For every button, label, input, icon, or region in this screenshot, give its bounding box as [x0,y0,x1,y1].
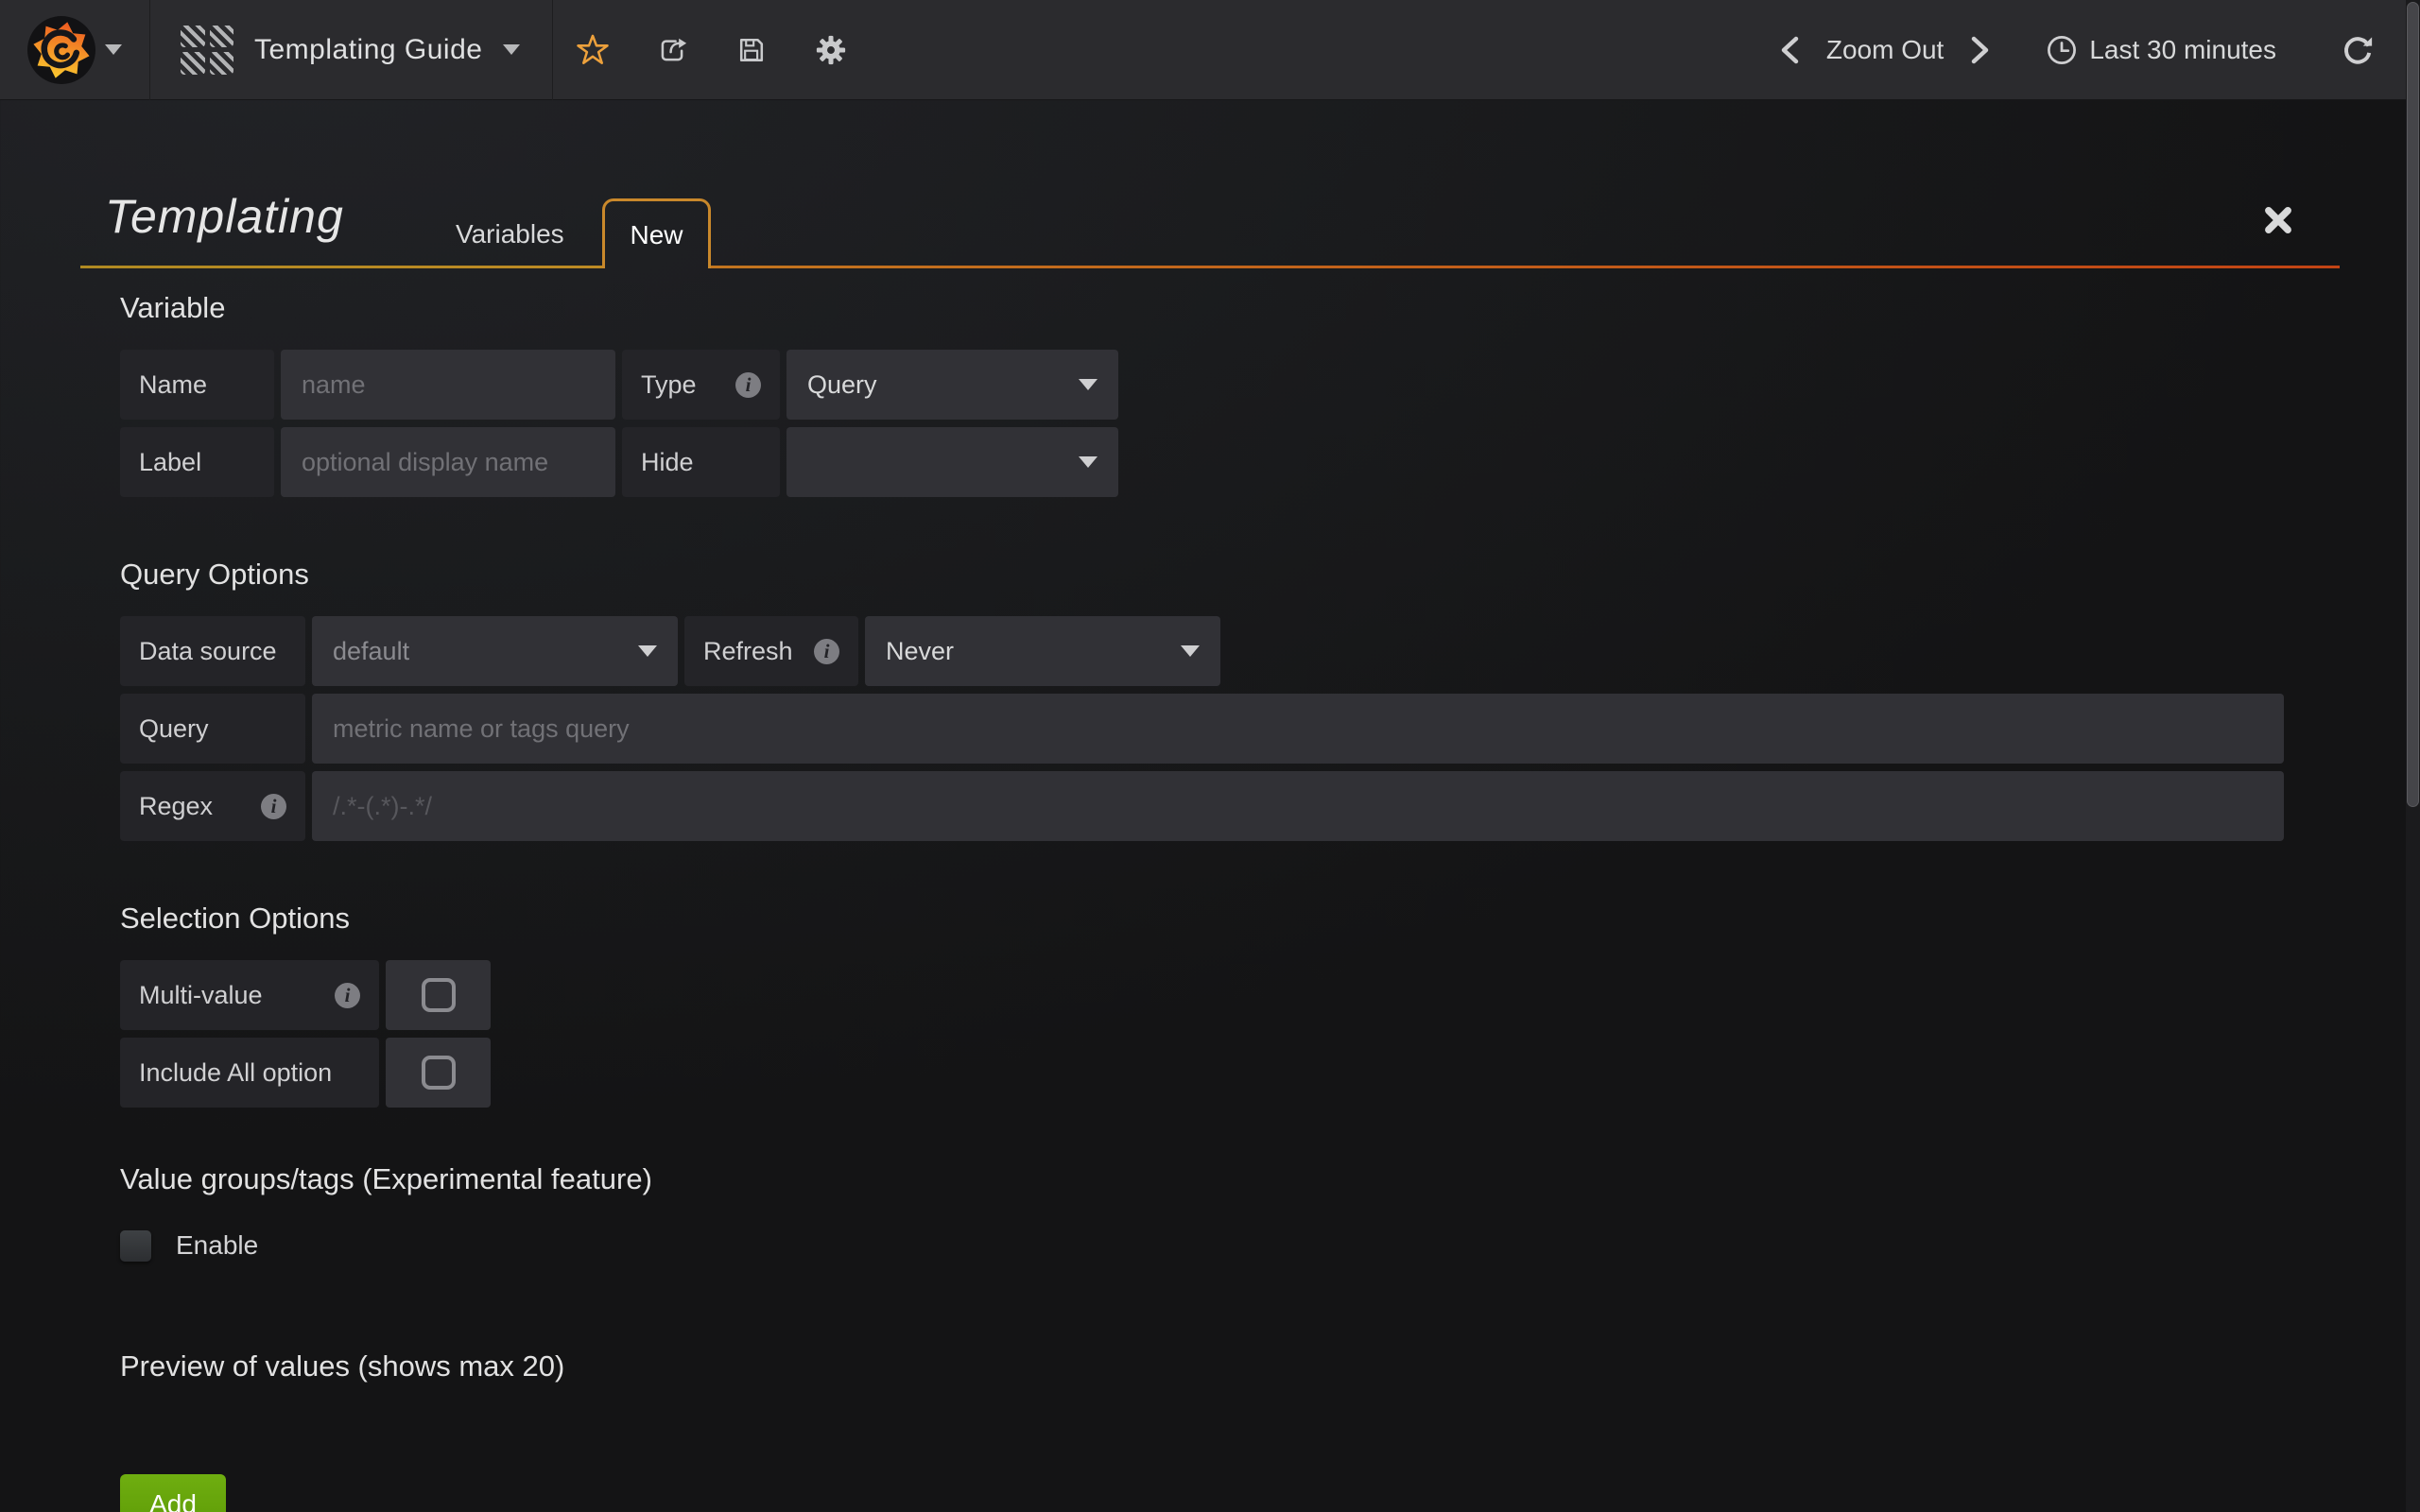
save-icon [735,33,769,67]
info-icon[interactable]: i [335,983,360,1008]
refresh-label-text: Refresh [703,637,793,666]
variable-section-heading: Variable [120,291,2340,325]
label-label: Label [120,427,274,497]
selection-options-heading: Selection Options [120,902,2340,936]
settings-button[interactable] [791,0,871,100]
type-label-text: Type [641,370,697,400]
multi-value-checkbox[interactable] [386,960,491,1030]
name-label: Name [120,350,274,420]
hide-label: Hide [622,427,780,497]
preview-heading: Preview of values (shows max 20) [120,1349,2340,1383]
dashboard-title-dropdown[interactable]: Templating Guide [150,0,552,100]
chevron-left-icon[interactable] [1777,34,1802,66]
hide-label-text: Hide [641,448,694,477]
name-input[interactable] [281,350,615,420]
datasource-label: Data source [120,616,305,686]
grafana-menu-button[interactable] [0,0,149,100]
multi-value-row: Multi-value i [120,960,2340,1030]
top-navbar: Templating Guide [0,0,2420,100]
share-button[interactable] [632,0,712,100]
refresh-select[interactable]: Never [865,616,1220,686]
caret-down-icon [1079,379,1098,390]
include-all-label: Include All option [120,1038,379,1108]
hide-select[interactable] [786,427,1118,497]
regex-label: Regex i [120,771,305,841]
caret-down-icon [1181,645,1200,657]
caret-down-icon [638,645,657,657]
chevron-right-icon[interactable] [1968,34,1993,66]
label-input[interactable] [281,427,615,497]
enable-label: Enable [176,1230,258,1261]
save-button[interactable] [712,0,791,100]
time-range-picker[interactable]: Last 30 minutes [2046,34,2276,66]
include-all-row: Include All option [120,1038,2340,1108]
type-select-value: Query [807,370,877,400]
datasource-row: Data source default Refresh i Never [120,616,2340,686]
star-icon [576,33,610,67]
refresh-select-value: Never [886,637,954,666]
variable-label-row: Label Hide [120,427,2340,497]
clock-icon [2046,34,2078,66]
info-icon[interactable]: i [261,794,286,819]
regex-label-text: Regex [139,792,213,821]
datasource-select[interactable]: default [312,616,678,686]
close-icon[interactable] [2262,204,2294,236]
multi-value-label: Multi-value i [120,960,379,1030]
grafana-logo-icon [27,16,95,84]
datasource-select-value: default [333,637,409,666]
page-title: Templating [105,189,344,244]
templating-header: Templating Variables New [80,100,2340,268]
info-icon[interactable]: i [814,639,839,664]
refresh-icon [2341,33,2375,67]
header-underline-right [711,266,2340,268]
query-options-heading: Query Options [120,558,2340,592]
share-icon [655,33,689,67]
gear-icon [814,33,848,67]
query-row: Query [120,694,2340,764]
caret-down-icon [105,44,122,55]
query-label: Query [120,694,305,764]
caret-down-icon [1079,456,1098,468]
vertical-scrollbar [2406,0,2420,1512]
refresh-button[interactable] [2341,33,2375,67]
variable-name-row: Name Type i Query [120,350,2340,420]
add-button[interactable]: Add [120,1474,226,1512]
refresh-label: Refresh i [684,616,858,686]
info-icon[interactable]: i [735,372,761,398]
multi-value-label-text: Multi-value [139,981,263,1010]
enable-row: Enable [120,1228,2340,1263]
dashboard-icon [181,26,233,75]
regex-row: Regex i [120,771,2340,841]
zoom-out-button[interactable]: Zoom Out [1826,35,1944,65]
scrollbar-thumb[interactable] [2407,2,2419,807]
header-underline-left [80,266,602,268]
dashboard-title: Templating Guide [254,34,482,66]
regex-input[interactable] [312,771,2284,841]
enable-checkbox[interactable] [120,1230,151,1262]
caret-down-icon [503,44,520,55]
tab-new[interactable]: New [602,198,711,268]
star-button[interactable] [553,0,632,100]
checkbox-unchecked-icon [422,1056,456,1090]
value-groups-heading: Value groups/tags (Experimental feature) [120,1162,2340,1196]
type-label: Type i [622,350,780,420]
query-input[interactable] [312,694,2284,764]
checkbox-unchecked-icon [422,978,456,1012]
time-range-label: Last 30 minutes [2089,35,2276,65]
tab-variables[interactable]: Variables [456,219,564,249]
include-all-checkbox[interactable] [386,1038,491,1108]
type-select[interactable]: Query [786,350,1118,420]
